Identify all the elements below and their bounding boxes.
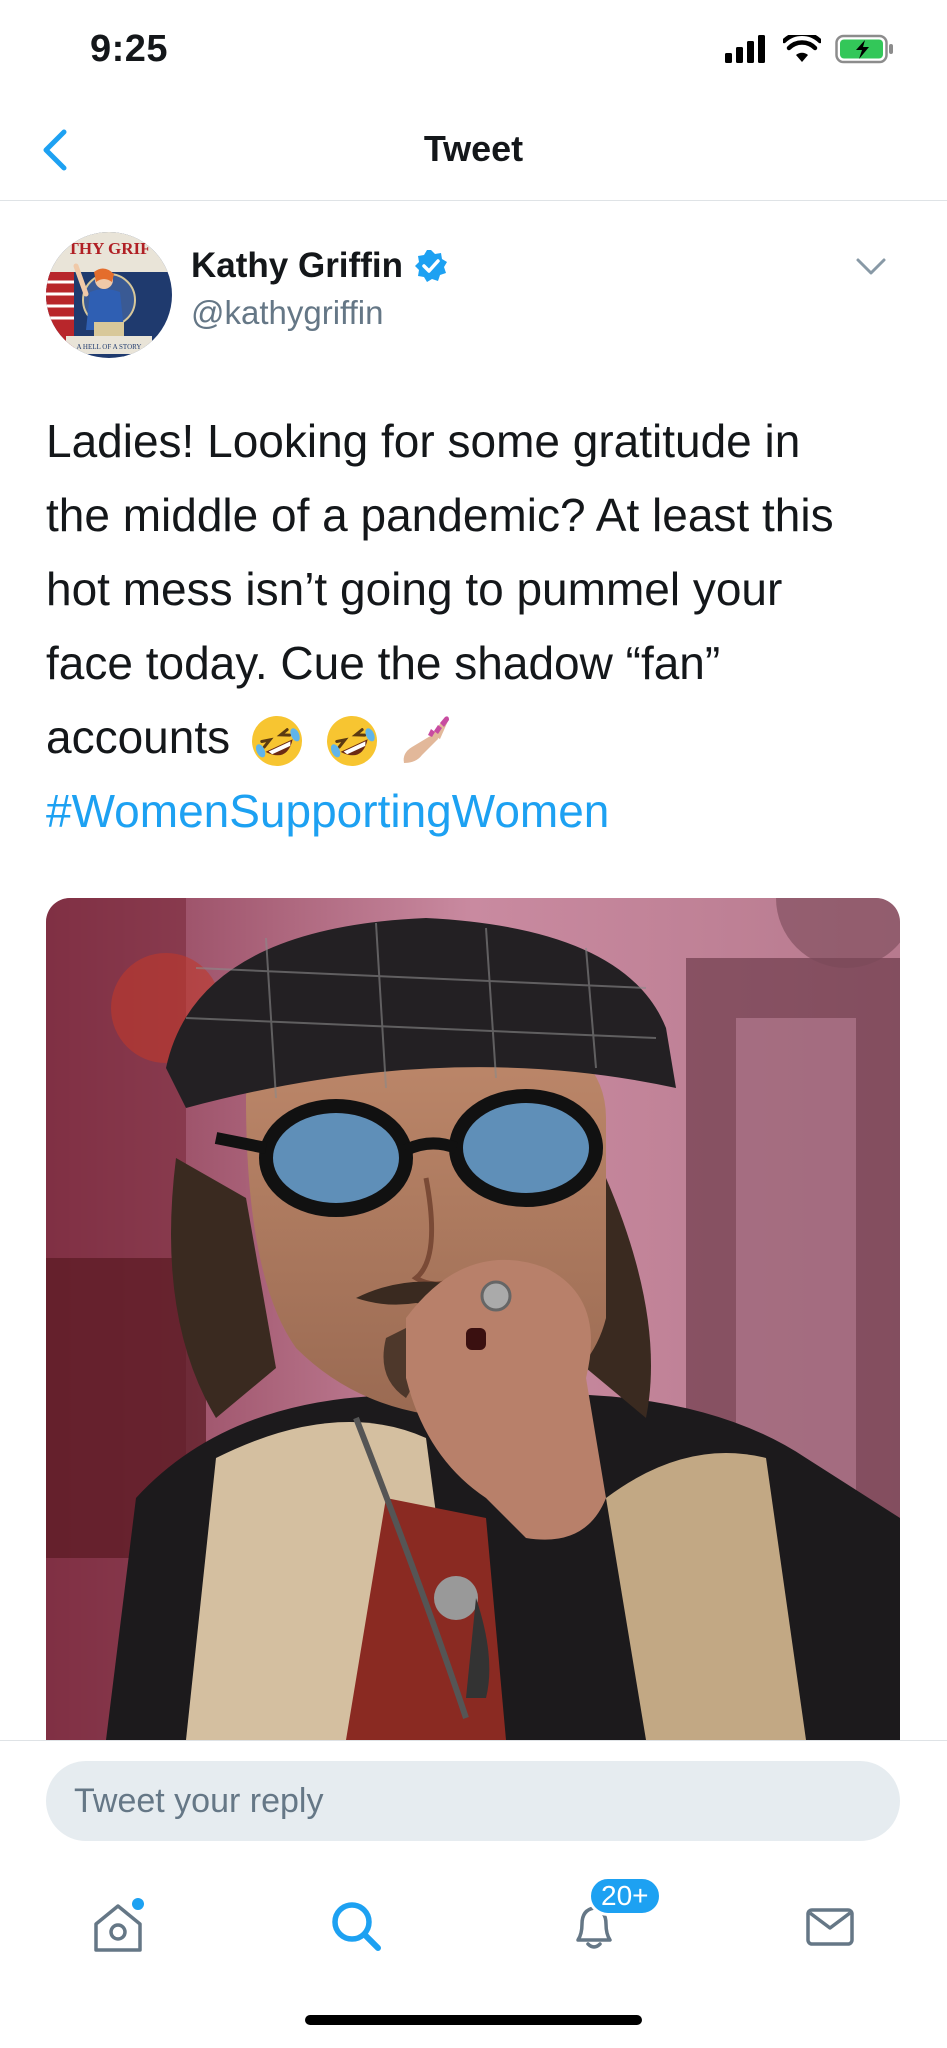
search-icon: [332, 1902, 381, 1951]
chevron-down-icon[interactable]: [854, 254, 888, 278]
envelope-icon: [806, 1908, 854, 1946]
author-name-row[interactable]: Kathy Griffin: [191, 246, 449, 286]
author-name[interactable]: Kathy Griffin: [191, 246, 403, 286]
wifi-icon: [783, 35, 821, 62]
tweet-line: the middle of a pandemic? At least this: [46, 489, 834, 541]
tweet-text: Ladies! Looking for some gratitude in th…: [46, 404, 916, 848]
rofl-emoji-icon: [251, 715, 302, 766]
status-bar: 9:25: [0, 0, 947, 100]
status-icons: [725, 34, 895, 64]
tab-messages[interactable]: [770, 1876, 890, 1976]
tweet-line: hot mess isn’t going to pummel your: [46, 563, 783, 615]
tweet-line-last: accounts: [46, 700, 916, 774]
avatar-text-bottom: A HELL OF A STORY: [77, 343, 142, 351]
tab-search[interactable]: [296, 1876, 416, 1976]
tweet-image[interactable]: [46, 898, 900, 1740]
signal-icon: [725, 35, 765, 63]
nav-bar: Tweet: [0, 100, 947, 201]
reply-input[interactable]: [46, 1761, 900, 1841]
status-time: 9:25: [90, 28, 169, 70]
page-title: Tweet: [423, 128, 524, 169]
home-indicator[interactable]: [305, 2015, 642, 2025]
avatar-text-top: THY GRIF: [68, 239, 151, 258]
notifications-badge: 20+: [588, 1876, 662, 1916]
nail-polish-emoji-icon: [404, 716, 450, 763]
home-icon: [94, 1898, 144, 1952]
tweet-line: Ladies! Looking for some gratitude in: [46, 415, 801, 467]
author-handle[interactable]: @kathygriffin: [191, 294, 383, 332]
tweet-line: accounts: [46, 711, 231, 763]
tweet-line: face today. Cue the shadow “fan”: [46, 637, 721, 689]
tweet-header: THY GRIF A HELL OF A STORY Kathy Griffin…: [46, 232, 906, 362]
battery-charging-icon: [835, 34, 893, 64]
hashtag-link[interactable]: #WomenSupportingWomen: [46, 774, 916, 848]
avatar[interactable]: THY GRIF A HELL OF A STORY: [46, 232, 172, 358]
verified-badge-icon: [414, 250, 447, 282]
rofl-emoji-icon: [326, 715, 377, 766]
reply-bar: [0, 1740, 947, 1877]
tab-home[interactable]: [58, 1876, 178, 1976]
tab-bar: [0, 1876, 947, 1996]
